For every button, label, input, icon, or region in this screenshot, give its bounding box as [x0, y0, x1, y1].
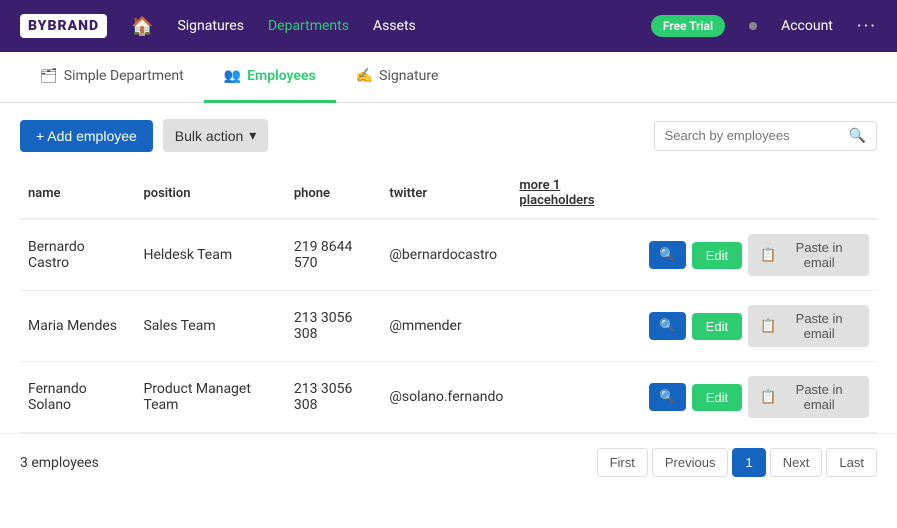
- pagination-previous[interactable]: Previous: [652, 448, 729, 477]
- col-header-name: name: [20, 168, 135, 219]
- cell-name: Bernardo Castro: [20, 219, 135, 291]
- row-edit-button[interactable]: Edit: [692, 384, 742, 411]
- search-icon: 🔍: [849, 128, 866, 144]
- cell-placeholders: [511, 219, 641, 291]
- cell-twitter: @bernardocastro: [381, 219, 511, 291]
- cell-placeholders: [511, 362, 641, 433]
- navbar: BYBRAND 🏠 Signatures Departments Assets …: [0, 0, 897, 52]
- cell-actions: 🔍 Edit 📋 Paste in email: [641, 291, 877, 362]
- col-header-phone: phone: [286, 168, 381, 219]
- free-trial-badge[interactable]: Free Trial: [651, 15, 725, 37]
- row-paste-button[interactable]: 📋 Paste in email: [748, 376, 869, 418]
- cell-phone: 219 8644 570: [286, 219, 381, 291]
- row-search-button[interactable]: 🔍: [649, 383, 686, 411]
- pagination: First Previous 1 Next Last: [597, 448, 877, 477]
- account-link[interactable]: Account: [781, 18, 833, 34]
- search-input[interactable]: [665, 128, 841, 143]
- cell-placeholders: [511, 291, 641, 362]
- employees-table: name position phone twitter more 1 place…: [20, 168, 877, 433]
- table-row: Fernando Solano Product Managet Team 213…: [20, 362, 877, 433]
- signature-icon: ✍: [356, 68, 373, 84]
- employees-icon: 👥: [224, 68, 241, 84]
- row-edit-button[interactable]: Edit: [692, 242, 742, 269]
- employees-table-container: name position phone twitter more 1 place…: [0, 168, 897, 433]
- col-header-twitter: twitter: [381, 168, 511, 219]
- cell-name: Maria Mendes: [20, 291, 135, 362]
- cell-position: Product Managet Team: [135, 362, 285, 433]
- cell-name: Fernando Solano: [20, 362, 135, 433]
- chevron-down-icon: ▾: [249, 127, 256, 144]
- main-content: 🗂 Simple Department 👥 Employees ✍ Signat…: [0, 52, 897, 528]
- pagination-current[interactable]: 1: [732, 448, 765, 477]
- bulk-action-button[interactable]: Bulk action ▾: [163, 119, 269, 152]
- add-employee-button[interactable]: + Add employee: [20, 120, 153, 152]
- cell-actions: 🔍 Edit 📋 Paste in email: [641, 219, 877, 291]
- tab-bar: 🗂 Simple Department 👥 Employees ✍ Signat…: [0, 52, 897, 103]
- table-footer: 3 employees First Previous 1 Next Last: [0, 433, 897, 491]
- home-icon[interactable]: 🏠: [131, 16, 153, 37]
- row-edit-button[interactable]: Edit: [692, 313, 742, 340]
- nav-signatures[interactable]: Signatures: [177, 18, 244, 34]
- col-header-actions: [641, 168, 877, 219]
- row-search-button[interactable]: 🔍: [649, 241, 686, 269]
- toolbar: + Add employee Bulk action ▾ 🔍: [0, 103, 897, 168]
- nav-departments[interactable]: Departments: [268, 18, 349, 34]
- table-header-row: name position phone twitter more 1 place…: [20, 168, 877, 219]
- cell-phone: 213 3056 308: [286, 291, 381, 362]
- paste-icon: 📋: [760, 318, 776, 334]
- status-dot: [749, 22, 757, 30]
- col-header-placeholders[interactable]: more 1 placeholders: [511, 168, 641, 219]
- tab-employees[interactable]: 👥 Employees: [204, 52, 336, 103]
- employees-count: 3 employees: [20, 455, 99, 471]
- cell-position: Heldesk Team: [135, 219, 285, 291]
- tab-simple-department[interactable]: 🗂 Simple Department: [20, 52, 204, 103]
- row-paste-button[interactable]: 📋 Paste in email: [748, 234, 869, 276]
- simple-department-icon: 🗂: [40, 68, 58, 84]
- cell-phone: 213 3056 308: [286, 362, 381, 433]
- row-paste-button[interactable]: 📋 Paste in email: [748, 305, 869, 347]
- table-row: Bernardo Castro Heldesk Team 219 8644 57…: [20, 219, 877, 291]
- nav-assets[interactable]: Assets: [373, 18, 416, 34]
- paste-icon: 📋: [760, 247, 776, 263]
- tab-signature[interactable]: ✍ Signature: [336, 52, 459, 103]
- cell-twitter: @solano.fernando: [381, 362, 511, 433]
- cell-position: Sales Team: [135, 291, 285, 362]
- cell-twitter: @mmender: [381, 291, 511, 362]
- search-box: 🔍: [654, 121, 877, 151]
- pagination-last[interactable]: Last: [826, 448, 877, 477]
- paste-icon: 📋: [760, 389, 776, 405]
- row-search-button[interactable]: 🔍: [649, 312, 686, 340]
- cell-actions: 🔍 Edit 📋 Paste in email: [641, 362, 877, 433]
- pagination-first[interactable]: First: [597, 448, 648, 477]
- col-header-position: position: [135, 168, 285, 219]
- pagination-next[interactable]: Next: [770, 448, 823, 477]
- table-row: Maria Mendes Sales Team 213 3056 308 @mm…: [20, 291, 877, 362]
- more-options-icon[interactable]: ···: [857, 16, 877, 37]
- logo[interactable]: BYBRAND: [20, 14, 107, 38]
